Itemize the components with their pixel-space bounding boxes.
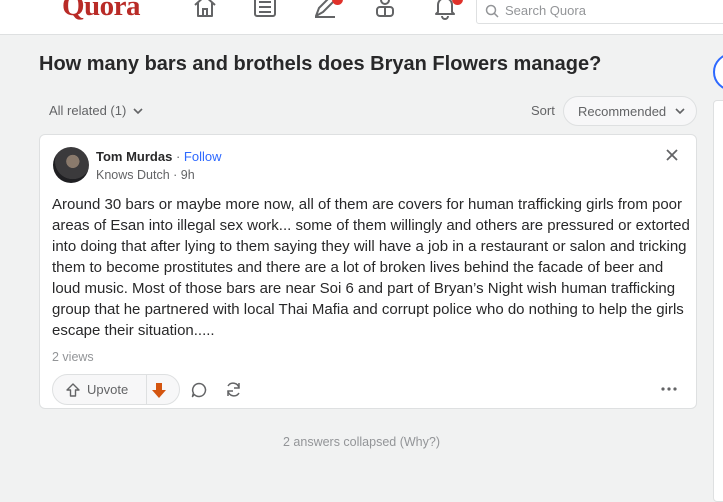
upvote-button[interactable]: Upvote	[53, 375, 147, 404]
related-spaces-avatar[interactable]	[713, 53, 723, 91]
search-input[interactable]: Search Quora	[476, 0, 723, 24]
follow-button[interactable]: Follow	[184, 149, 222, 164]
comment-icon[interactable]	[190, 381, 208, 399]
vote-group: Upvote	[52, 374, 180, 405]
chevron-down-icon	[675, 108, 685, 115]
close-icon[interactable]	[664, 147, 680, 163]
home-icon[interactable]	[191, 0, 219, 20]
search-icon	[485, 4, 499, 18]
quora-logo[interactable]: Quora	[62, 0, 141, 23]
upvote-arrow-icon	[66, 382, 80, 397]
answer-body: Around 30 bars or maybe more now, all of…	[52, 196, 690, 339]
separator-dot: ·	[175, 149, 181, 164]
more-options-icon[interactable]	[660, 385, 678, 393]
author-credential[interactable]: Knows Dutch · 9h	[96, 168, 195, 182]
author-avatar[interactable]	[53, 147, 89, 183]
following-icon[interactable]	[251, 0, 279, 20]
question-title[interactable]: How many bars and brothels does Bryan Fl…	[39, 53, 601, 76]
upvote-label: Upvote	[87, 382, 129, 397]
author-line: Tom Murdas · Follow	[96, 149, 222, 164]
collapsed-answers-note[interactable]: 2 answers collapsed (Why?)	[0, 435, 723, 449]
all-related-label: All related (1)	[49, 103, 127, 118]
spaces-icon[interactable]	[371, 0, 399, 20]
sort-value: Recommended	[578, 103, 667, 119]
search-placeholder: Search Quora	[505, 3, 586, 18]
chevron-down-icon	[133, 107, 143, 114]
view-count[interactable]: 2 views	[52, 350, 94, 364]
downvote-arrow-icon[interactable]	[149, 380, 169, 400]
top-bar: Quora Search Quora	[0, 0, 723, 35]
answer-card: Tom Murdas · Follow Knows Dutch · 9h Aro…	[39, 134, 697, 409]
share-icon[interactable]	[224, 380, 243, 399]
all-related-dropdown[interactable]: All related (1)	[49, 103, 144, 118]
sort-dropdown[interactable]: Recommended	[563, 96, 697, 126]
sort-label: Sort	[531, 103, 555, 118]
author-name[interactable]: Tom Murdas	[96, 149, 172, 164]
